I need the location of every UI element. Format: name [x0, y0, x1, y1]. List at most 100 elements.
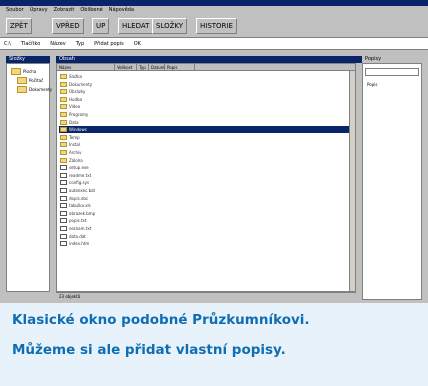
file-name: seznam.txt [69, 226, 92, 231]
table-row[interactable]: Složka [59, 73, 355, 80]
address-field-4: Přidat popis [94, 40, 124, 47]
table-row[interactable]: Obrázky [59, 88, 355, 95]
table-row[interactable]: Dokumenty [59, 81, 355, 88]
table-row[interactable]: Programy [59, 111, 355, 118]
file-list[interactable]: Název Velikost Typ Datum Popis Složka Dok… [56, 63, 356, 292]
tree-item-documents[interactable]: Dokumenty [17, 86, 52, 93]
table-row[interactable]: setup.exe [59, 164, 355, 171]
file-name: data.dat [69, 233, 86, 239]
file-name: index.htm [69, 241, 90, 247]
folder-icon [60, 74, 67, 79]
table-row[interactable]: index.htm [59, 240, 355, 247]
table-row[interactable]: Video [59, 103, 355, 110]
history-button[interactable]: HISTORIE [196, 18, 237, 34]
right-panel-title: Popisy [362, 56, 422, 63]
table-row[interactable]: Temp [59, 134, 355, 141]
table-row[interactable]: Windows [59, 126, 355, 134]
column-type[interactable]: Typ [137, 64, 149, 71]
table-row[interactable]: Instal [59, 141, 355, 148]
table-row[interactable]: Hudba [59, 96, 355, 103]
column-name[interactable]: Název [57, 64, 115, 71]
tree-item-label: Dokumenty [29, 87, 53, 92]
file-name: Video [69, 104, 81, 110]
folder-icon [60, 134, 67, 140]
screenshot-window: Soubor Úpravy Zobrazit Oblíbené Nápověda… [0, 0, 428, 303]
description-label: Popis [367, 82, 378, 87]
back-button[interactable]: ZPĚT [6, 18, 32, 34]
file-name: dopis.doc [69, 195, 89, 201]
folders-button[interactable]: SLOŽKY [152, 18, 188, 34]
table-row[interactable]: config.sys [59, 179, 355, 186]
tree-item-label: Plocha [23, 69, 37, 74]
table-row[interactable]: readme.txt [59, 172, 355, 179]
column-date[interactable]: Datum [149, 64, 165, 71]
search-button[interactable]: HLEDAT [118, 18, 154, 34]
column-size[interactable]: Velikost [115, 64, 137, 71]
caption-line-2: Můžeme si ale přidat vlastní popisy. [12, 342, 286, 358]
menu-bar: Soubor Úpravy Zobrazit Oblíbené Nápověda [0, 6, 428, 14]
column-description[interactable]: Popis [165, 64, 195, 71]
folder-icon [60, 150, 67, 155]
folder-icon [60, 127, 67, 133]
status-text: 23 objektů [59, 294, 81, 299]
file-icon [60, 226, 67, 231]
folder-icon [60, 81, 67, 87]
file-name: Obrázky [69, 89, 86, 95]
menu-file[interactable]: Soubor [6, 7, 24, 13]
folder-icon [17, 86, 27, 93]
table-row[interactable]: autoexec.bat [59, 187, 355, 194]
file-name: config.sys [69, 180, 90, 186]
list-header: Název Velikost Typ Datum Popis [57, 64, 355, 71]
up-button[interactable]: UP [92, 18, 110, 34]
file-name: popis.txt [69, 218, 87, 224]
file-name: Záloha [69, 157, 83, 163]
file-name: tabulka.xls [69, 203, 91, 209]
file-icon [60, 188, 67, 193]
menu-help[interactable]: Nápověda [109, 7, 134, 13]
address-field-2: Název [50, 40, 66, 47]
file-icon [60, 180, 67, 186]
folder-tree[interactable]: Plocha Počítač Dokumenty [6, 63, 52, 292]
file-name: Složka [69, 74, 82, 79]
table-row[interactable]: Záloha [59, 157, 355, 164]
tree-item-desktop[interactable]: Plocha [11, 68, 36, 75]
right-title: Popisy [365, 56, 382, 62]
file-icon [60, 241, 67, 247]
list-panel-title: Obsah [56, 56, 362, 63]
file-icon [60, 172, 67, 178]
address-path[interactable]: C:\ [4, 41, 11, 47]
tree-panel-title: Složky [6, 56, 50, 63]
file-name: Windows [69, 127, 87, 133]
file-name: Data [69, 119, 79, 125]
folder-icon [17, 77, 27, 84]
file-name: Archiv [69, 150, 82, 155]
file-icon [60, 210, 67, 216]
tree-item-label: Počítač [29, 78, 44, 83]
menu-favorites[interactable]: Oblíbené [80, 7, 102, 13]
menu-edit[interactable]: Úpravy [30, 7, 48, 13]
table-row[interactable]: Archiv [59, 149, 355, 156]
file-name: Programy [69, 112, 89, 117]
menu-view[interactable]: Zobrazit [54, 7, 75, 13]
vertical-scrollbar[interactable] [349, 71, 355, 291]
file-name: Temp [69, 134, 80, 140]
folder-icon [60, 104, 67, 110]
table-row[interactable]: dopis.doc [59, 195, 355, 202]
forward-button[interactable]: VPŘED [52, 18, 84, 34]
table-row[interactable]: data.dat [59, 233, 355, 240]
folder-icon [60, 89, 67, 95]
file-name: Hudba [69, 96, 83, 102]
address-field-5: OK [133, 40, 141, 47]
tree-item-computer[interactable]: Počítač [17, 77, 43, 84]
description-panel: Popis [362, 63, 422, 300]
description-input[interactable] [365, 68, 419, 76]
table-row[interactable]: Data [59, 119, 355, 126]
folder-icon [11, 68, 21, 75]
table-row[interactable]: obrazek.bmp [59, 210, 355, 217]
caption-line-1: Klasické okno podobné Průzkumníkovi. [12, 312, 310, 328]
table-row[interactable]: seznam.txt [59, 225, 355, 232]
table-row[interactable]: popis.txt [59, 217, 355, 224]
table-row[interactable]: tabulka.xls [59, 202, 355, 209]
folder-icon [60, 112, 67, 117]
folder-icon [60, 142, 67, 148]
